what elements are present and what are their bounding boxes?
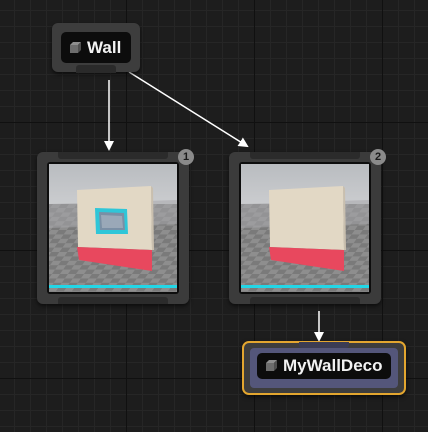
variation-node-2[interactable]: 2 <box>229 149 386 304</box>
variation-2-preview-bar <box>241 285 369 288</box>
mywalldeco-node-label: MyWallDeco <box>283 356 383 375</box>
variation-node-1[interactable]: 1 <box>37 149 194 304</box>
graph-canvas[interactable]: Wall 1 2 MyWallDeco <box>0 0 428 432</box>
variation-1-preview-bar <box>49 285 177 288</box>
variation-2-index-badge: 2 <box>370 149 386 165</box>
mywalldeco-input-pin[interactable] <box>299 342 349 348</box>
mywalldeco-node[interactable]: MyWallDeco <box>242 341 406 395</box>
variation-2-input-pin[interactable] <box>250 152 360 159</box>
variation-1-output-pin[interactable] <box>58 297 168 304</box>
wall-output-pin[interactable] <box>76 65 116 73</box>
variation-1-index-badge: 1 <box>178 149 194 165</box>
variation-1-input-pin[interactable] <box>58 152 168 159</box>
variation-2-output-pin[interactable] <box>250 297 360 304</box>
wall-with-decal-preview <box>47 162 179 294</box>
cube-icon <box>69 41 81 54</box>
wall-node-title: Wall <box>61 32 131 63</box>
wire-wall-to-variation-2 <box>128 71 249 148</box>
wall-node-label: Wall <box>87 37 122 57</box>
plain-wall-preview <box>239 162 371 294</box>
cube-icon <box>265 360 277 372</box>
wall-node[interactable]: Wall <box>52 23 140 73</box>
mywalldeco-node-title: MyWallDeco <box>257 353 391 379</box>
